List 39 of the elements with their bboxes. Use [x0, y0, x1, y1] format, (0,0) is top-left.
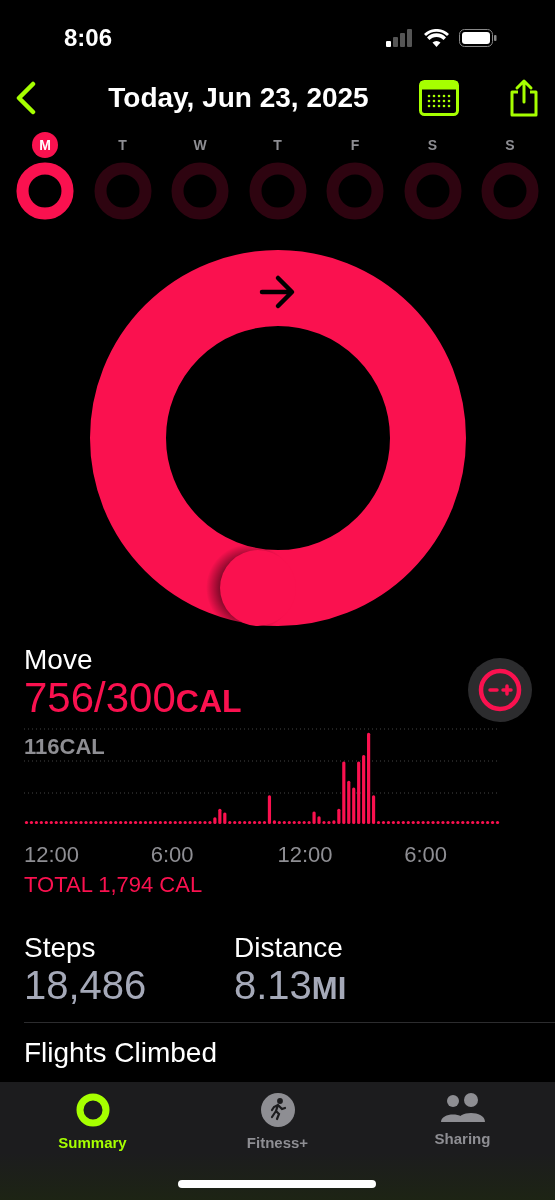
day-ring-icon	[248, 162, 307, 220]
stat-value: 8.13MI	[234, 964, 348, 1007]
time-axis-label: 12:00	[277, 842, 333, 868]
day-selector[interactable]: T	[248, 132, 307, 220]
day-selector[interactable]: S	[403, 132, 462, 220]
runner-icon	[259, 1092, 296, 1128]
calendar-button[interactable]	[419, 79, 459, 116]
chart-max-label: 116CAL	[24, 734, 105, 761]
day-selector[interactable]: M	[16, 132, 74, 220]
time-axis-label: 12:00	[24, 842, 80, 868]
rings-icon	[74, 1092, 111, 1128]
day-ring-icon	[403, 162, 462, 220]
total-calories: TOTAL 1,794 CAL	[24, 872, 204, 899]
tab-item[interactable]: Summary	[27, 1092, 158, 1200]
stat-value: 18,486	[24, 964, 148, 1007]
day-selector[interactable]: F	[326, 132, 384, 220]
day-selector[interactable]: S	[481, 132, 539, 220]
date-title: Today, Jun 23, 2025	[107, 81, 370, 114]
stat-label: Steps	[24, 932, 97, 965]
day-ring-icon	[93, 162, 152, 220]
section-title: Flights Climbed	[24, 1037, 217, 1069]
move-label: Move	[24, 644, 94, 676]
day-ring-icon	[16, 162, 74, 220]
back-button[interactable]	[14, 80, 38, 115]
move-value: 756/300CAL	[24, 676, 242, 721]
day-ring-icon	[481, 162, 539, 220]
signal-icon	[386, 28, 414, 47]
day-ring-icon	[326, 162, 384, 220]
stat-label: Distance	[234, 932, 344, 965]
time-axis-label: 6:00	[404, 842, 448, 868]
day-ring-icon	[171, 162, 229, 220]
people-icon	[439, 1092, 486, 1124]
status-time: 8:06	[64, 23, 113, 52]
wifi-icon	[424, 28, 449, 47]
battery-icon	[459, 28, 497, 47]
time-axis-label: 6:00	[150, 842, 194, 868]
tab-item[interactable]: Sharing	[397, 1092, 528, 1200]
day-selector[interactable]: W	[171, 132, 229, 220]
day-selector[interactable]: T	[93, 132, 152, 220]
